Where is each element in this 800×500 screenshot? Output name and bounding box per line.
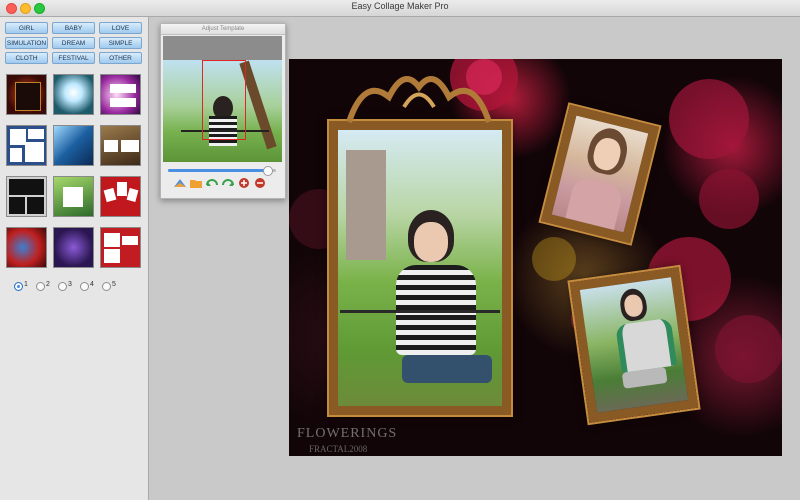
building-shape: [346, 150, 386, 260]
template-thumb-9[interactable]: [100, 176, 141, 217]
template-thumb-3[interactable]: [100, 74, 141, 115]
template-thumb-2[interactable]: [53, 74, 94, 115]
radio-dot-icon: [80, 282, 89, 291]
category-love-button[interactable]: LOVE: [99, 22, 142, 34]
folder-icon[interactable]: [189, 177, 203, 189]
template-thumb-4[interactable]: [6, 125, 47, 166]
jersey-shape: [615, 317, 678, 373]
watermark-subtext: FRACTAL2008: [309, 444, 368, 454]
title-bar: Easy Collage Maker Pro: [0, 0, 800, 17]
zoom-slider[interactable]: [168, 166, 276, 176]
template-thumb-12[interactable]: [100, 227, 141, 268]
shorts-shape: [402, 355, 492, 383]
zoom-slider-fill: [168, 169, 268, 172]
category-dream-button[interactable]: DREAM: [52, 37, 95, 49]
frame-bottom-right[interactable]: [569, 267, 699, 423]
category-girl-button[interactable]: GIRL: [5, 22, 48, 34]
page-radio-5[interactable]: 5: [102, 281, 130, 291]
rotate-left-icon[interactable]: [205, 177, 219, 189]
crop-selection-rect[interactable]: [202, 60, 246, 140]
collage-canvas[interactable]: FLOWERINGS FRACTAL2008: [289, 59, 782, 456]
window-title: Easy Collage Maker Pro: [351, 1, 449, 11]
zoom-in-icon[interactable]: [237, 177, 251, 189]
template-thumb-8[interactable]: [53, 176, 94, 217]
template-thumb-7[interactable]: [6, 176, 47, 217]
adjust-window-title: Adjust Template: [161, 24, 285, 35]
template-thumb-1[interactable]: [6, 74, 47, 115]
bench-rail: [340, 310, 500, 343]
radio-dot-icon: [14, 282, 23, 291]
watermark-text: FLOWERINGS: [297, 426, 398, 441]
category-baby-button[interactable]: BABY: [52, 22, 95, 34]
radio-dot-icon: [36, 282, 45, 291]
zoom-slider-knob[interactable]: [263, 166, 274, 176]
face-shape: [414, 222, 448, 262]
category-festival-button[interactable]: FESTIVAL: [52, 52, 95, 64]
category-simple-button[interactable]: SIMPLE: [99, 37, 142, 49]
top-right-photo: [551, 115, 649, 233]
category-cloth-button[interactable]: CLOTH: [5, 52, 48, 64]
radio-dot-icon: [58, 282, 67, 291]
template-thumb-11[interactable]: [53, 227, 94, 268]
rotate-right-icon[interactable]: [221, 177, 235, 189]
preview-margin: [163, 36, 282, 60]
frame-main[interactable]: [329, 121, 511, 415]
category-other-button[interactable]: OTHER: [99, 52, 142, 64]
template-thumb-6[interactable]: [100, 125, 141, 166]
zoom-out-icon[interactable]: [253, 177, 267, 189]
frame-ornament-icon: [346, 76, 492, 123]
top-shape: [563, 175, 625, 233]
adjust-preview-image[interactable]: [163, 60, 282, 162]
template-thumb-5[interactable]: [53, 125, 94, 166]
category-simulation-button[interactable]: SIMULATION: [5, 37, 48, 49]
adjust-template-window: Adjust Template: [160, 23, 286, 199]
radio-dot-icon: [102, 282, 111, 291]
bottom-right-photo: [579, 277, 689, 413]
template-thumb-10[interactable]: [6, 227, 47, 268]
flip-icon[interactable]: [173, 177, 187, 189]
main-photo: [338, 130, 502, 406]
template-panel: GIRL BABY LOVE SIMULATION DREAM SIMPLE C…: [0, 17, 149, 500]
